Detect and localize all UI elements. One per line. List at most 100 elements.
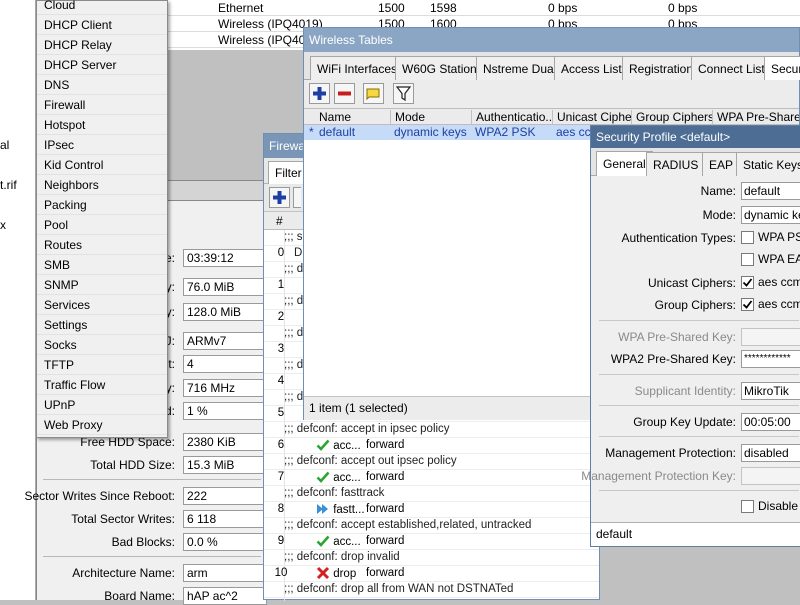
wpa-psk-checkbox[interactable] bbox=[741, 231, 754, 244]
column-header-mode[interactable]: Mode bbox=[392, 110, 472, 125]
supplicant-identity-label: Supplicant Identity: bbox=[634, 384, 736, 398]
name-field[interactable]: default bbox=[741, 182, 800, 200]
divider bbox=[599, 436, 799, 437]
wireless-tabbar: WiFi Interfaces W60G Station Nstreme Dua… bbox=[304, 52, 800, 80]
minus-icon bbox=[338, 91, 351, 96]
tab-w60g-station[interactable]: W60G Station bbox=[395, 56, 484, 80]
column-header-authentication[interactable]: Authenticatio... bbox=[473, 110, 553, 125]
auth-types-label: Authentication Types: bbox=[621, 231, 736, 245]
menu-item-tftp[interactable]: TFTP bbox=[37, 355, 167, 375]
tab-security-profiles[interactable]: Securi bbox=[764, 56, 800, 80]
tab-radius[interactable]: RADIUS bbox=[646, 152, 706, 176]
management-protection-select[interactable]: disabled bbox=[741, 444, 800, 462]
checkmark-icon bbox=[316, 535, 330, 547]
wpa-eap-label: WPA EAP bbox=[758, 252, 800, 266]
divider bbox=[43, 479, 261, 480]
unicast-ciphers-label: Unicast Ciphers: bbox=[647, 276, 736, 290]
menu-label-fragment[interactable]: x bbox=[0, 218, 6, 232]
menu-item-smb[interactable]: SMB bbox=[37, 255, 167, 275]
column-header-unicast-ciphers[interactable]: Unicast Ciphers bbox=[554, 110, 632, 125]
architecture-row: Architecture Name: arm bbox=[37, 564, 267, 582]
plus-icon bbox=[273, 191, 286, 204]
column-header-group-ciphers[interactable]: Group Ciphers bbox=[633, 110, 713, 125]
column-header-number[interactable]: # bbox=[276, 214, 283, 228]
tab-static-keys[interactable]: Static Keys bbox=[736, 152, 800, 176]
add-button[interactable] bbox=[269, 187, 290, 208]
group-key-update-label: Group Key Update: bbox=[633, 415, 736, 429]
menu-item-socks[interactable]: Socks bbox=[37, 335, 167, 355]
management-protection-key-field[interactable] bbox=[741, 467, 800, 485]
group-aes-checkbox[interactable] bbox=[741, 298, 754, 311]
menu-item-traffic-flow[interactable]: Traffic Flow bbox=[37, 375, 167, 395]
menu-item-firewall[interactable]: Firewall bbox=[37, 95, 167, 115]
checkmark-icon bbox=[316, 439, 330, 451]
mode-select[interactable]: dynamic keys bbox=[741, 206, 800, 224]
wireless-toolbar bbox=[304, 80, 799, 108]
wpa-psk-key-field[interactable] bbox=[741, 328, 800, 346]
add-button[interactable] bbox=[309, 83, 330, 104]
tab-nstreme-dual[interactable]: Nstreme Dual bbox=[476, 56, 564, 80]
comment-button[interactable] bbox=[363, 83, 384, 104]
window-titlebar[interactable]: Security Profile <default> bbox=[591, 126, 800, 148]
window-titlebar[interactable]: Wireless Tables bbox=[304, 28, 799, 52]
menu-item-snmp[interactable]: SNMP bbox=[37, 275, 167, 295]
wpa-eap-checkbox[interactable] bbox=[741, 253, 754, 266]
table-row[interactable]: 6 acc... forward bbox=[264, 438, 599, 454]
tab-general[interactable]: General bbox=[596, 151, 653, 176]
menu-item-settings[interactable]: Settings bbox=[37, 315, 167, 335]
menu-item-dhcp-server[interactable]: DHCP Server bbox=[37, 55, 167, 75]
supplicant-identity-field[interactable]: MikroTik bbox=[741, 382, 800, 400]
table-row[interactable]: 9 acc... forward bbox=[264, 534, 599, 550]
table-row[interactable]: 10 drop forward bbox=[264, 566, 599, 582]
list-item[interactable]: ;;; defconf: accept established,related,… bbox=[264, 518, 599, 534]
remove-button[interactable] bbox=[293, 187, 301, 208]
main-menu-strip: al t.rif x bbox=[0, 0, 36, 600]
remove-button[interactable] bbox=[334, 83, 355, 104]
group-key-update-field[interactable]: 00:05:00 bbox=[741, 413, 800, 431]
tab-access-list[interactable]: Access List bbox=[554, 56, 629, 80]
menu-item-ipsec[interactable]: IPsec bbox=[37, 135, 167, 155]
menu-item-dhcp-client[interactable]: DHCP Client bbox=[37, 15, 167, 35]
filter-button[interactable] bbox=[393, 83, 414, 104]
list-item[interactable]: ;;; defconf: drop all from WAN not DSTNA… bbox=[264, 582, 599, 598]
bad-blocks-row: Bad Blocks: 0.0 % bbox=[37, 533, 267, 551]
menu-item-services[interactable]: Services bbox=[37, 295, 167, 315]
menu-item-packing[interactable]: Packing bbox=[37, 195, 167, 215]
menu-item-neighbors[interactable]: Neighbors bbox=[37, 175, 167, 195]
tab-wifi-interfaces[interactable]: WiFi Interfaces bbox=[310, 56, 405, 80]
unicast-aes-checkbox[interactable] bbox=[741, 276, 754, 289]
menu-item-upnp[interactable]: UPnP bbox=[37, 395, 167, 415]
tab-eap[interactable]: EAP bbox=[702, 152, 741, 176]
checkmark-icon bbox=[742, 300, 753, 309]
unicast-aes-label: aes ccm bbox=[758, 275, 800, 289]
disable-pmkid-checkbox[interactable] bbox=[741, 500, 754, 513]
list-item[interactable]: ;;; defconf: drop invalid bbox=[264, 550, 599, 566]
default-marker: * bbox=[309, 125, 314, 139]
menu-item-dns[interactable]: DNS bbox=[37, 75, 167, 95]
menu-item-cloud[interactable]: Cloud bbox=[37, 0, 167, 15]
plus-icon bbox=[313, 87, 326, 100]
menu-item-kid-control[interactable]: Kid Control bbox=[37, 155, 167, 175]
list-item[interactable]: ;;; defconf: accept in ipsec policy bbox=[264, 422, 599, 438]
wpa2-psk-key-field[interactable]: ************ bbox=[741, 350, 800, 368]
menu-item-routes[interactable]: Routes bbox=[37, 235, 167, 255]
column-header-name[interactable]: Name bbox=[316, 110, 391, 125]
board-name-row: Board Name: hAP ac^2 bbox=[37, 587, 267, 605]
list-item[interactable]: ;;; defconf: accept out ipsec policy bbox=[264, 454, 599, 470]
menu-label-fragment[interactable]: al bbox=[0, 138, 9, 152]
table-row[interactable]: 7 acc... forward bbox=[264, 470, 599, 486]
menu-item-pool[interactable]: Pool bbox=[37, 215, 167, 235]
menu-label-fragment[interactable]: t.rif bbox=[0, 178, 17, 192]
table-row[interactable]: Ethernet 1500 1598 0 bps 0 bps bbox=[168, 0, 800, 16]
status-bar: default bbox=[591, 522, 800, 546]
list-item[interactable]: ;;; defconf: fasttrack bbox=[264, 486, 599, 502]
menu-item-dhcp-relay[interactable]: DHCP Relay bbox=[37, 35, 167, 55]
table-row[interactable]: 8 fastt... forward bbox=[264, 502, 599, 518]
column-header-wpa-pre-shared[interactable]: WPA Pre-Shared bbox=[714, 110, 799, 125]
menu-item-hotspot[interactable]: Hotspot bbox=[37, 115, 167, 135]
menu-item-web-proxy[interactable]: Web Proxy bbox=[37, 415, 167, 435]
tab-registration[interactable]: Registration bbox=[622, 56, 701, 80]
security-profile-window: Security Profile <default> General RADIU… bbox=[581, 125, 800, 547]
tab-connect-list[interactable]: Connect List bbox=[691, 56, 772, 80]
divider bbox=[599, 374, 799, 375]
